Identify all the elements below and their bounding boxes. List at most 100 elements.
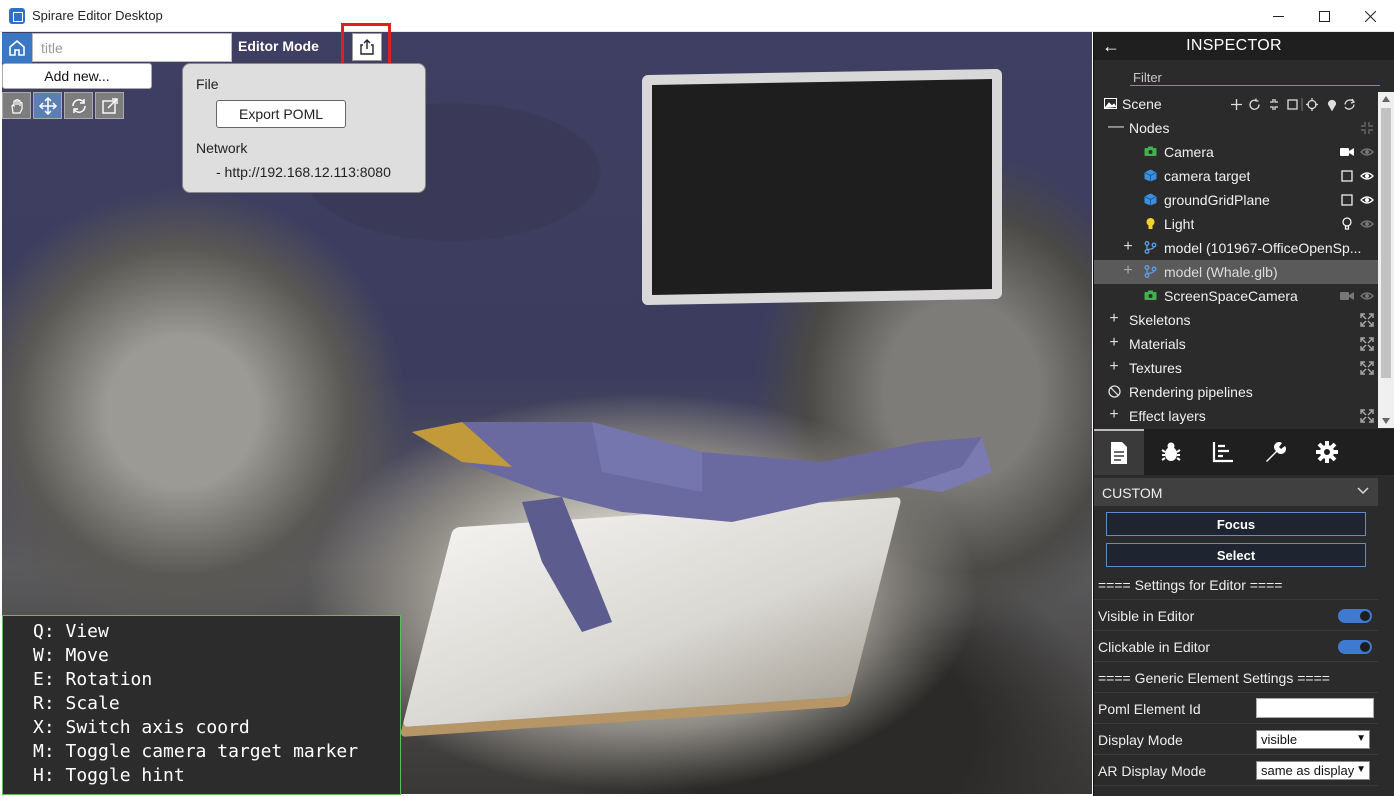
- tree-item-rendering-pipelines[interactable]: Rendering pipelines: [1094, 380, 1378, 404]
- scroll-thumb[interactable]: [1381, 108, 1391, 378]
- tree-item-materials[interactable]: + Materials: [1094, 332, 1378, 356]
- visible-in-editor-toggle[interactable]: [1338, 609, 1372, 623]
- collapse-icon[interactable]: —: [1108, 119, 1124, 135]
- poml-element-id-input[interactable]: [1256, 698, 1374, 718]
- ar-display-mode-select[interactable]: same as display ▼: [1256, 761, 1370, 780]
- tree-item-model-whale[interactable]: + model (Whale.glb): [1094, 260, 1378, 284]
- tab-settings[interactable]: [1302, 429, 1352, 475]
- visible-in-editor-row: Visible in Editor: [1094, 600, 1378, 631]
- close-icon: [1364, 10, 1376, 22]
- statistics-icon: [1212, 442, 1233, 463]
- filter-input[interactable]: [1130, 68, 1380, 86]
- checkbox-icon[interactable]: [1340, 193, 1354, 207]
- tree-item-camera[interactable]: Camera: [1094, 140, 1378, 164]
- video-camera-icon[interactable]: [1340, 145, 1354, 159]
- select-button[interactable]: Select: [1106, 543, 1366, 567]
- scene-actions-icons[interactable]: [1230, 98, 1370, 111]
- expand-all-icon[interactable]: [1360, 409, 1374, 423]
- hint-line: W: Move: [33, 645, 109, 666]
- tree-item-label: groundGridPlane: [1164, 192, 1270, 208]
- compress-icon[interactable]: [1360, 121, 1374, 135]
- minimize-button[interactable]: [1255, 0, 1301, 32]
- editor-mode-label: Editor Mode: [238, 38, 319, 54]
- tree-item-light[interactable]: Light: [1094, 212, 1378, 236]
- tree-item-scene[interactable]: Scene: [1094, 92, 1378, 116]
- tree-item-label: Scene: [1122, 96, 1162, 112]
- image-icon: [1104, 98, 1117, 109]
- tree-item-label: Materials: [1129, 336, 1186, 352]
- eye-icon[interactable]: [1360, 145, 1374, 159]
- export-poml-button[interactable]: Export POML: [216, 100, 346, 128]
- filter-field[interactable]: [1130, 68, 1380, 86]
- chevron-down-icon: ▼: [1356, 764, 1366, 775]
- rotate-tool-button[interactable]: [64, 92, 93, 119]
- scroll-up-icon[interactable]: [1382, 96, 1390, 102]
- scroll-down-icon[interactable]: [1382, 418, 1390, 424]
- tab-properties[interactable]: [1094, 429, 1144, 475]
- expand-icon[interactable]: +: [1108, 407, 1120, 423]
- wrench-icon: [1266, 442, 1286, 462]
- popup-network-label: Network: [196, 140, 248, 156]
- camera-icon: [1144, 290, 1157, 300]
- move-icon: [38, 96, 57, 115]
- checkbox-icon[interactable]: [1340, 169, 1354, 183]
- chevron-down-icon: [1357, 487, 1369, 495]
- expand-icon[interactable]: +: [1108, 335, 1120, 351]
- ar-display-mode-label: AR Display Mode: [1098, 763, 1207, 779]
- hint-line: R: Scale: [33, 693, 120, 714]
- tree-item-nodes[interactable]: — Nodes: [1094, 116, 1378, 140]
- maximize-button[interactable]: [1301, 0, 1347, 32]
- visible-in-editor-label: Visible in Editor: [1098, 608, 1195, 624]
- video-camera-icon[interactable]: [1340, 289, 1354, 303]
- tree-item-label: Camera: [1164, 144, 1214, 160]
- scale-tool-button[interactable]: [95, 92, 124, 119]
- eye-icon[interactable]: [1360, 217, 1374, 231]
- add-new-button[interactable]: Add new...: [2, 63, 152, 89]
- title-input[interactable]: [32, 33, 232, 62]
- tree-item-textures[interactable]: + Textures: [1094, 356, 1378, 380]
- shortcut-hint-panel: Q: View W: Move E: Rotation R: Scale X: …: [2, 615, 401, 795]
- maximize-icon: [1318, 10, 1330, 22]
- eye-icon[interactable]: [1360, 193, 1374, 207]
- tree-item-effect-layers[interactable]: + Effect layers: [1094, 404, 1378, 428]
- scale-icon: [101, 97, 118, 114]
- expand-icon[interactable]: +: [1108, 359, 1120, 375]
- home-icon: [9, 39, 25, 56]
- view-tool-button[interactable]: [2, 92, 31, 119]
- expand-all-icon[interactable]: [1360, 337, 1374, 351]
- minimize-icon: [1272, 15, 1284, 17]
- lightbulb-outline-icon[interactable]: [1340, 217, 1354, 231]
- tab-tools[interactable]: [1250, 429, 1300, 475]
- tab-statistics[interactable]: [1198, 429, 1248, 475]
- display-mode-select[interactable]: visible ▼: [1256, 730, 1370, 749]
- expand-all-icon[interactable]: [1360, 313, 1374, 327]
- move-tool-button[interactable]: [33, 92, 62, 119]
- tree-item-screen-space-camera[interactable]: ScreenSpaceCamera: [1094, 284, 1378, 308]
- clickable-in-editor-toggle[interactable]: [1338, 640, 1372, 654]
- focus-button[interactable]: Focus: [1106, 512, 1366, 536]
- tab-debug[interactable]: [1146, 429, 1196, 475]
- hint-line: X: Switch axis coord: [33, 717, 250, 738]
- hint-line: Q: View: [33, 621, 109, 642]
- tree-scrollbar[interactable]: [1378, 92, 1394, 428]
- tree-item-skeletons[interactable]: + Skeletons: [1094, 308, 1378, 332]
- expand-icon[interactable]: +: [1108, 311, 1120, 327]
- expand-all-icon[interactable]: [1360, 361, 1374, 375]
- eye-icon[interactable]: [1360, 289, 1374, 303]
- custom-section-header[interactable]: CUSTOM: [1094, 478, 1378, 506]
- eye-icon[interactable]: [1360, 169, 1374, 183]
- export-share-button[interactable]: [352, 33, 382, 61]
- clickable-in-editor-label: Clickable in Editor: [1098, 639, 1211, 655]
- generic-settings-header: ==== Generic Element Settings ====: [1094, 662, 1378, 693]
- expand-icon[interactable]: +: [1122, 239, 1134, 255]
- hint-line: M: Toggle camera target marker: [33, 741, 359, 762]
- scene-monitor: [642, 68, 1002, 306]
- whale-model[interactable]: [402, 392, 1002, 642]
- expand-icon[interactable]: +: [1122, 263, 1134, 279]
- app-icon: [9, 8, 25, 24]
- tree-item-model-office[interactable]: + model (101967-OfficeOpenSp...: [1094, 236, 1378, 260]
- tree-item-camera-target[interactable]: camera target: [1094, 164, 1378, 188]
- tree-item-ground-grid-plane[interactable]: groundGridPlane: [1094, 188, 1378, 212]
- close-button[interactable]: [1347, 0, 1393, 32]
- home-button[interactable]: [2, 33, 32, 63]
